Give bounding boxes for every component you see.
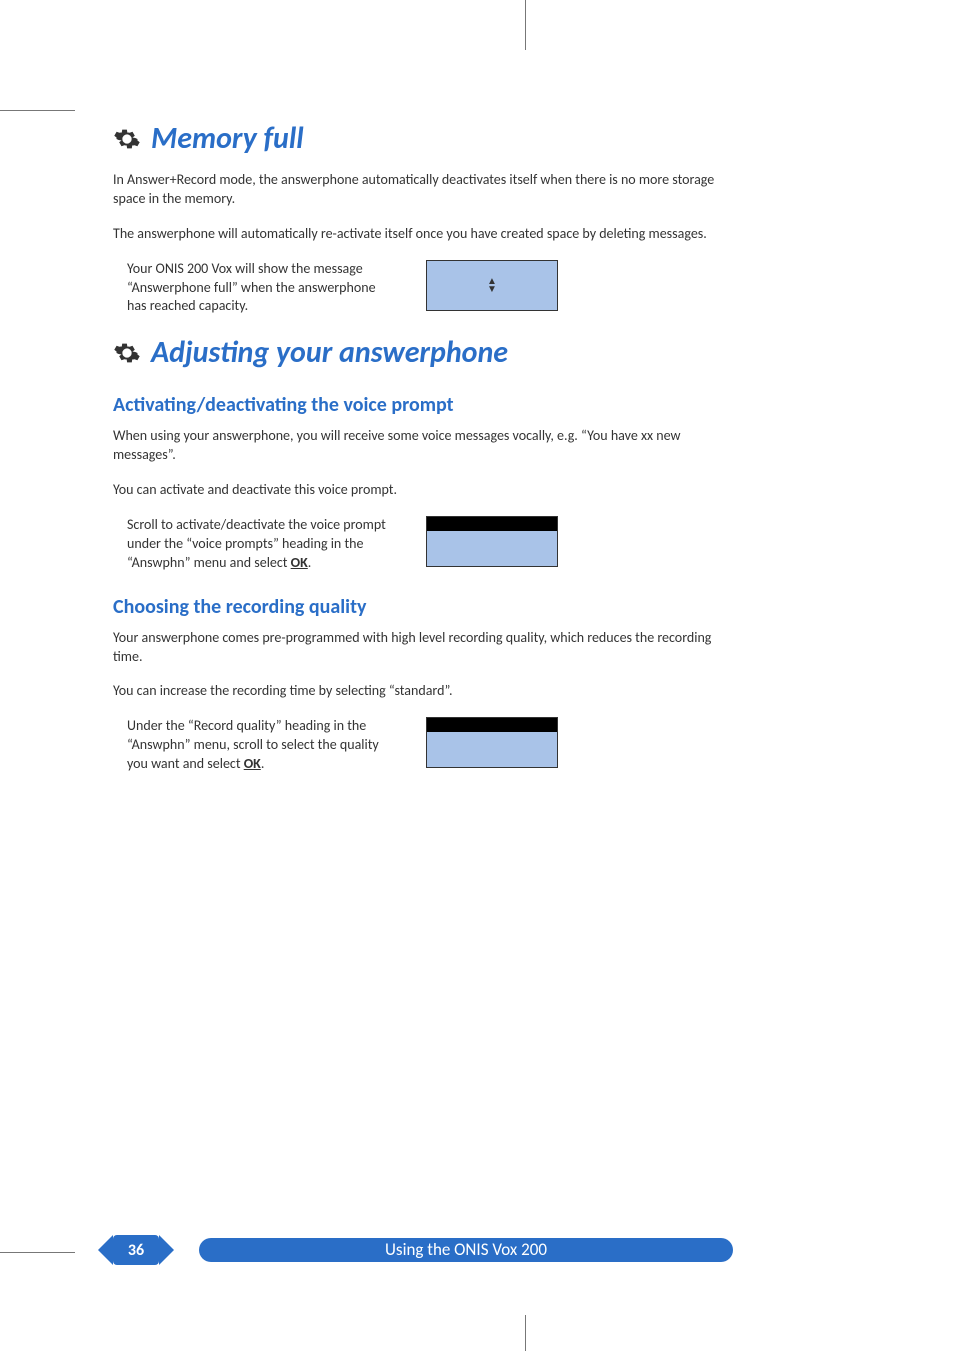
step-text: Your ONIS 200 Vox will show the message … bbox=[113, 260, 398, 317]
subheading-recording-quality: Choosing the recording quality bbox=[113, 595, 733, 619]
step-text-post: . bbox=[308, 554, 312, 571]
paragraph: The answerphone will automatically re-ac… bbox=[113, 225, 733, 244]
subheading-voice-prompt: Activating/deactivating the voice prompt bbox=[113, 393, 733, 417]
page-number: 36 bbox=[128, 1241, 144, 1260]
crop-mark bbox=[0, 1252, 75, 1253]
step-text-post: . bbox=[261, 755, 265, 772]
step-text: Under the “Record quality” heading in th… bbox=[113, 717, 398, 774]
paragraph: Your answerphone comes pre-programmed wi… bbox=[113, 629, 733, 667]
page-footer: 36 Using the ONIS Vox 200 bbox=[113, 1235, 733, 1265]
paragraph: You can increase the recording time by s… bbox=[113, 682, 733, 701]
step-text-pre: Scroll to activate/deactivate the voice … bbox=[127, 516, 386, 571]
paragraph: When using your answerphone, you will re… bbox=[113, 427, 733, 465]
step-row: Under the “Record quality” heading in th… bbox=[113, 717, 733, 774]
ok-label: OK bbox=[244, 755, 261, 772]
heading-adjusting-answerphone: Adjusting your answerphone bbox=[113, 334, 733, 371]
gear-icon bbox=[113, 339, 141, 367]
heading-memory-full: Memory full bbox=[113, 120, 733, 157]
crop-mark bbox=[0, 110, 75, 111]
page-number-badge: 36 bbox=[113, 1235, 159, 1265]
heading-text: Adjusting your answerphone bbox=[151, 334, 508, 371]
lcd-screen bbox=[426, 717, 558, 768]
paragraph: You can activate and deactivate this voi… bbox=[113, 481, 733, 500]
heading-text: Memory full bbox=[151, 120, 304, 157]
step-row: Your ONIS 200 Vox will show the message … bbox=[113, 260, 733, 317]
scroll-arrows-icon: ▲▼ bbox=[487, 277, 497, 293]
ok-label: OK bbox=[291, 554, 308, 571]
lcd-screen: ▲▼ bbox=[426, 260, 558, 311]
chapter-title: Using the ONIS Vox 200 bbox=[199, 1238, 733, 1262]
step-text: Scroll to activate/deactivate the voice … bbox=[113, 516, 398, 573]
crop-mark bbox=[525, 1315, 526, 1351]
lcd-screen bbox=[426, 516, 558, 567]
gear-icon bbox=[113, 125, 141, 153]
page-content: Memory full In Answer+Record mode, the a… bbox=[113, 120, 733, 792]
crop-mark bbox=[525, 0, 526, 50]
step-row: Scroll to activate/deactivate the voice … bbox=[113, 516, 733, 573]
paragraph: In Answer+Record mode, the answerphone a… bbox=[113, 171, 733, 209]
